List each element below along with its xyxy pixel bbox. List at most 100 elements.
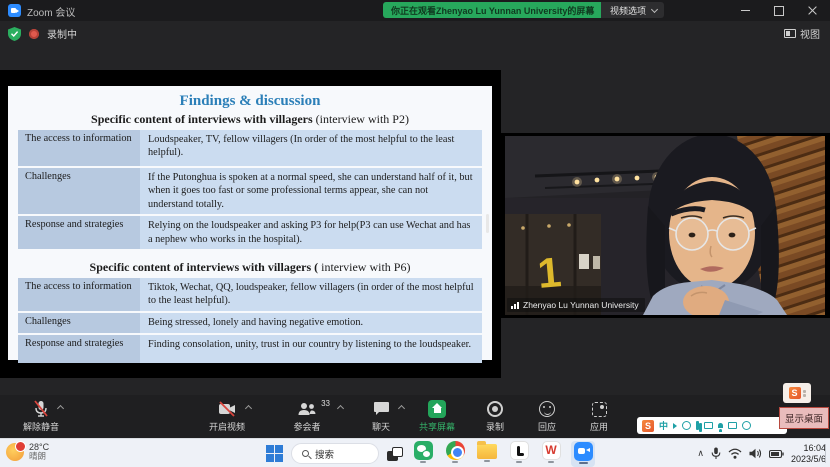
- close-button[interactable]: [796, 0, 830, 21]
- row-value: Finding consolation, unity, trust in our…: [140, 335, 482, 363]
- weather-sun-icon: [6, 443, 24, 461]
- row-label: The access to information: [18, 278, 140, 311]
- taskbar-app-zoom-active[interactable]: [571, 441, 595, 467]
- system-tray: ∧ 16:04 2023/: [697, 439, 826, 467]
- participants-label: 参会者: [293, 420, 320, 433]
- reactions-smiley-icon: [539, 401, 555, 417]
- sogou-menu-dots-icon: [803, 390, 806, 397]
- unmute-button[interactable]: 解除静音: [12, 399, 70, 433]
- ime-skin-icon[interactable]: [718, 423, 723, 428]
- chrome-icon: [446, 441, 465, 460]
- sogou-floating-icon[interactable]: S: [783, 383, 811, 403]
- webcam-feed: 1: [505, 136, 825, 315]
- camera-off-icon: [218, 401, 237, 417]
- record-icon: [487, 401, 503, 417]
- ime-clothes-icon[interactable]: [728, 422, 737, 429]
- video-options-label: 视频选项: [610, 4, 646, 17]
- ime-mic-icon[interactable]: [696, 421, 699, 430]
- unmute-label: 解除静音: [23, 420, 59, 433]
- ime-keyboard-icon[interactable]: [704, 422, 713, 429]
- section-heading-bold: Specific content of interviews with vill…: [91, 112, 316, 126]
- table-row: Response and strategies Relying on the l…: [18, 216, 482, 249]
- taskbar-clock[interactable]: 16:04 2023/5/6: [791, 443, 826, 465]
- row-value: Relying on the loudspeaker and asking P3…: [140, 216, 482, 249]
- sogou-ime-toolbar[interactable]: S 中: [637, 417, 787, 434]
- row-label: Challenges: [18, 313, 140, 333]
- wifi-icon[interactable]: [728, 448, 742, 459]
- audio-options-chevron[interactable]: [57, 405, 64, 412]
- zoom-meeting-window: Zoom 会议 你正在观看Zhenyao Lu Yunnan Universit…: [0, 0, 830, 467]
- svg-text:1: 1: [536, 248, 563, 297]
- row-value: Being stressed, lonely and having negati…: [140, 313, 482, 333]
- start-video-button[interactable]: 开启视频: [198, 399, 256, 433]
- participant-name-tag: Zhenyao Lu Yunnan University: [507, 298, 645, 312]
- participant-video-tile[interactable]: 1: [497, 133, 830, 318]
- security-shield-icon[interactable]: [8, 27, 21, 41]
- app-title: Zoom 会议: [27, 4, 75, 19]
- sogou-logo-icon: S: [789, 387, 801, 399]
- video-options-dropdown[interactable]: 视频选项: [601, 2, 664, 18]
- video-options-chevron[interactable]: [244, 405, 251, 412]
- taskbar-app-chrome[interactable]: [443, 441, 467, 467]
- section-heading-bold: Specific content of interviews with vill…: [90, 260, 319, 274]
- zoom-app-icon: [574, 442, 593, 461]
- search-label: 搜索: [315, 447, 334, 461]
- table-row: The access to information Loudspeaker, T…: [18, 130, 482, 166]
- share-screen-button[interactable]: 共享屏幕: [408, 399, 466, 433]
- task-view-button[interactable]: [387, 447, 403, 461]
- show-desktop-button[interactable]: 显示桌面: [779, 407, 829, 429]
- participants-button[interactable]: 33 参会者: [278, 399, 336, 433]
- volume-icon[interactable]: [749, 448, 762, 459]
- maximize-button[interactable]: [762, 0, 796, 21]
- clock-time: 16:04: [803, 443, 826, 454]
- participants-chevron[interactable]: [337, 405, 344, 412]
- taskbar-search-box[interactable]: 搜索: [291, 443, 379, 464]
- taskbar-weather-widget[interactable]: 28°C 晴朗: [6, 442, 49, 462]
- apps-button[interactable]: 应用: [570, 399, 628, 433]
- hidden-icons-chevron[interactable]: ∧: [697, 448, 704, 459]
- ime-language-icon[interactable]: 中: [659, 421, 668, 431]
- participant-name: Zhenyao Lu Yunnan University: [523, 300, 639, 310]
- windows-start-button[interactable]: [266, 445, 283, 462]
- window-controls: [728, 0, 830, 21]
- meeting-content-area: Findings & discussion Specific content o…: [0, 46, 830, 395]
- taskbar-app-explorer[interactable]: [475, 441, 499, 467]
- view-button[interactable]: 视图: [784, 26, 820, 41]
- sogou-logo-icon[interactable]: S: [642, 420, 654, 432]
- chat-bubble-icon: [373, 401, 390, 417]
- table-row: Challenges If the Putonghua is spoken at…: [18, 168, 482, 214]
- start-video-label: 开启视频: [209, 420, 245, 433]
- record-label: 录制: [486, 420, 504, 433]
- show-desktop-edge[interactable]: [825, 444, 826, 463]
- reactions-button[interactable]: 回应: [518, 399, 576, 433]
- battery-icon[interactable]: [769, 449, 784, 459]
- table-row: The access to information Tiktok, Wechat…: [18, 278, 482, 311]
- clock-date: 2023/5/6: [791, 454, 826, 465]
- ime-emoji-icon[interactable]: [682, 421, 691, 430]
- watching-screen-banner: 你正在观看Zhenyao Lu Yunnan University的屏幕: [383, 2, 602, 18]
- slide-title: Findings & discussion: [8, 86, 492, 110]
- interview-table-p2: The access to information Loudspeaker, T…: [18, 130, 482, 249]
- row-value: Loudspeaker, TV, fellow villagers (In or…: [140, 130, 482, 166]
- recording-indicator-icon[interactable]: [29, 29, 39, 39]
- folder-icon: [477, 444, 497, 459]
- taskbar-app-wps[interactable]: W: [539, 441, 563, 467]
- recording-status-label: 录制中: [47, 26, 77, 41]
- taskbar-app-phone[interactable]: [507, 441, 531, 467]
- weather-condition: 晴朗: [29, 452, 49, 462]
- minimize-button[interactable]: [728, 0, 762, 21]
- reactions-label: 回应: [538, 420, 556, 433]
- tray-microphone-icon[interactable]: [711, 447, 721, 460]
- chat-button[interactable]: 聊天: [352, 399, 410, 433]
- row-value: Tiktok, Wechat, QQ, loudspeaker, fellow …: [140, 278, 482, 311]
- view-label: 视图: [800, 26, 820, 41]
- ime-cursor-icon[interactable]: [673, 423, 677, 429]
- taskbar-app-wechat[interactable]: [411, 441, 435, 467]
- share-screen-label: 共享屏幕: [419, 420, 455, 433]
- chat-chevron[interactable]: [397, 405, 404, 412]
- ime-toolbox-icon[interactable]: [742, 421, 751, 430]
- record-button[interactable]: 录制: [466, 399, 524, 433]
- row-label: Response and strategies: [18, 216, 140, 249]
- slide-scrollbar-thumb[interactable]: [486, 214, 489, 233]
- shared-slide: Findings & discussion Specific content o…: [8, 86, 492, 360]
